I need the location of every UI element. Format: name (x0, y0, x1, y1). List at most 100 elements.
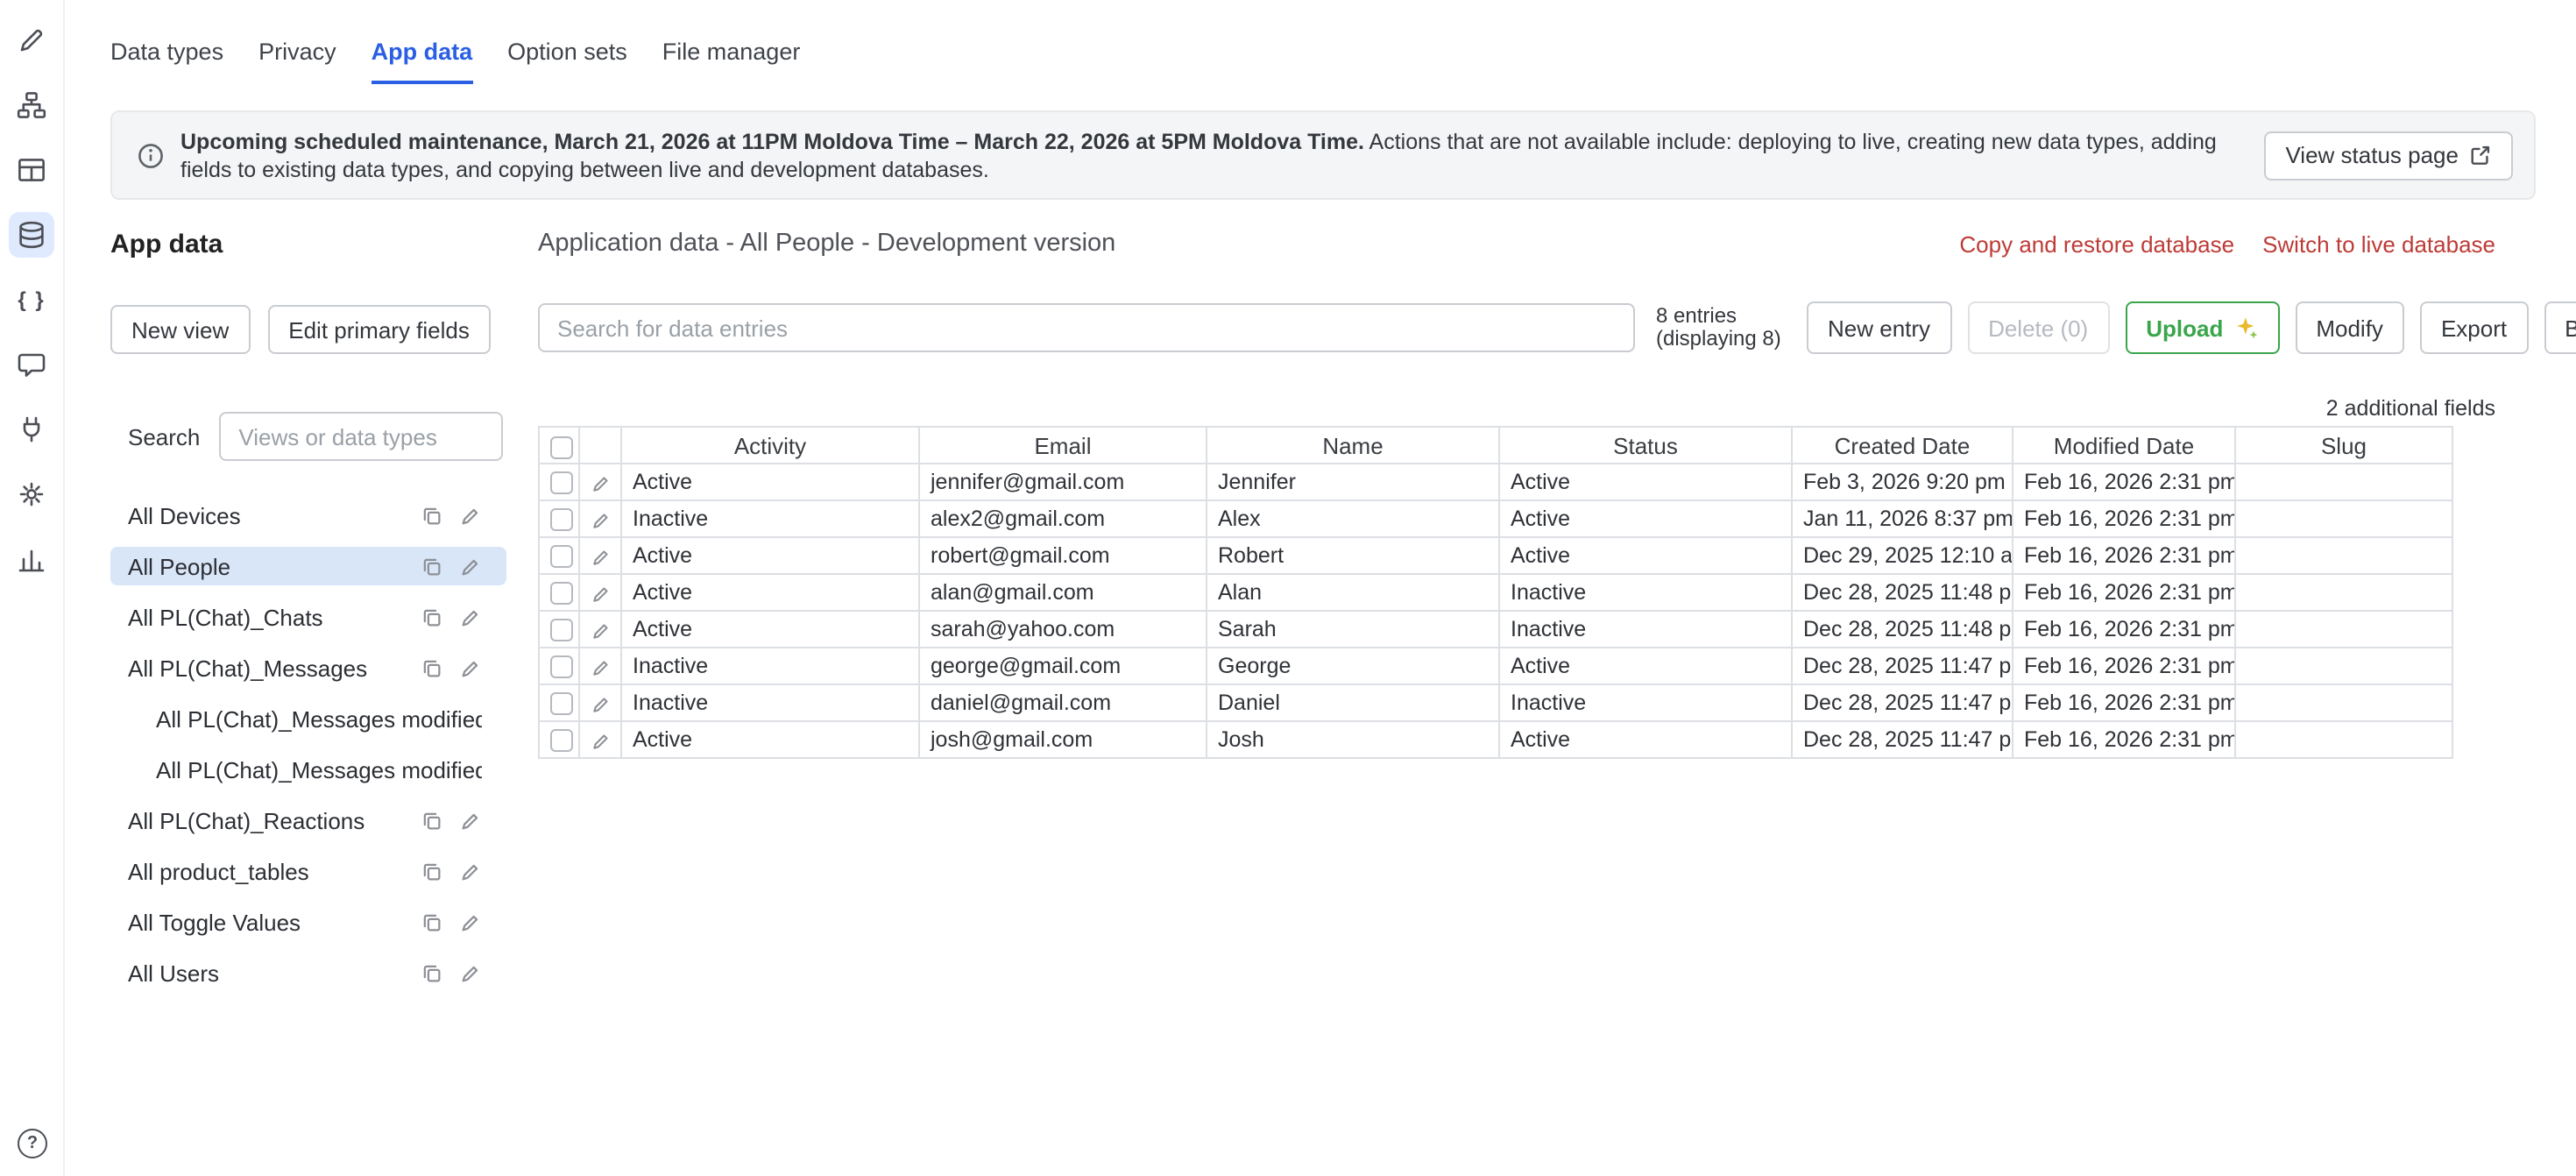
row-checkbox[interactable] (550, 582, 573, 605)
view-list-item[interactable]: All product_tables (110, 852, 506, 890)
edit-view-icon[interactable] (459, 555, 482, 577)
edit-row-icon[interactable] (591, 546, 612, 567)
views-search-input[interactable] (219, 412, 503, 461)
cell-activity: Inactive (621, 500, 919, 537)
cell-email: alan@gmail.com (919, 574, 1207, 611)
edit-view-icon[interactable] (459, 656, 482, 679)
edit-row-icon[interactable] (591, 583, 612, 604)
bulk-button[interactable]: Bulk (2544, 301, 2576, 354)
app-root: { } ? Data types Privacy App data Option… (0, 0, 2576, 1176)
cell-name: Alan (1207, 574, 1499, 611)
help-icon[interactable]: ? (18, 1129, 47, 1158)
data-database-icon[interactable] (9, 212, 54, 258)
cell-status: Active (1499, 464, 1792, 500)
row-checkbox[interactable] (550, 471, 573, 494)
edit-view-icon[interactable] (459, 910, 482, 933)
cell-created-date: Dec 28, 2025 11:48 pm (1792, 574, 2013, 611)
copy-view-icon[interactable] (421, 910, 443, 933)
view-list-item[interactable]: All PL(Chat)_Reactions (110, 801, 506, 839)
row-checkbox[interactable] (550, 619, 573, 641)
edit-primary-fields-button[interactable]: Edit primary fields (267, 305, 491, 354)
cell-created-date: Dec 29, 2025 12:10 am (1792, 537, 2013, 574)
tab-file-manager[interactable]: File manager (662, 39, 801, 84)
edit-row-icon[interactable] (591, 693, 612, 714)
delete-button[interactable]: Delete (0) (1967, 301, 2109, 354)
view-list-item[interactable]: All PL(Chat)_Chats (110, 598, 506, 636)
plugins-plug-icon[interactable] (9, 407, 54, 452)
app-data-panel: App data New view Edit primary fields Se… (110, 230, 506, 1004)
edit-view-icon[interactable] (459, 809, 482, 832)
comments-chat-icon[interactable] (9, 342, 54, 387)
edit-view-icon[interactable] (459, 860, 482, 882)
edit-row-icon[interactable] (591, 472, 612, 493)
row-checkbox[interactable] (550, 729, 573, 752)
logs-chart-icon[interactable] (9, 536, 54, 582)
edit-row-icon[interactable] (591, 620, 612, 641)
tab-data-types[interactable]: Data types (110, 39, 223, 84)
cell-activity: Active (621, 537, 919, 574)
upload-button[interactable]: Upload (2125, 301, 2279, 354)
copy-view-icon[interactable] (421, 961, 443, 984)
copy-restore-database-link[interactable]: Copy and restore database (1959, 230, 2234, 257)
design-pencil-icon[interactable] (9, 18, 54, 63)
cell-slug (2235, 500, 2452, 537)
settings-gear-icon[interactable] (9, 471, 54, 517)
tab-privacy[interactable]: Privacy (258, 39, 336, 84)
col-slug: Slug (2235, 427, 2452, 464)
view-list-item[interactable]: All PL(Chat)_Messages modified (110, 699, 506, 738)
copy-view-icon[interactable] (421, 606, 443, 628)
tab-option-sets[interactable]: Option sets (507, 39, 627, 84)
cell-slug (2235, 611, 2452, 648)
view-list-item[interactable]: All Users (110, 953, 506, 992)
select-all-checkbox[interactable] (550, 436, 573, 458)
cell-status: Inactive (1499, 611, 1792, 648)
export-button[interactable]: Export (2420, 301, 2528, 354)
styles-braces-icon[interactable]: { } (9, 277, 54, 322)
view-item-label: All PL(Chat)_Messages modified 2 (156, 756, 482, 783)
cell-slug (2235, 721, 2452, 758)
view-list-item[interactable]: All Toggle Values (110, 903, 506, 941)
row-checkbox[interactable] (550, 655, 573, 678)
view-list-item[interactable]: All People (110, 547, 506, 585)
cell-activity: Inactive (621, 648, 919, 684)
row-checkbox[interactable] (550, 692, 573, 715)
additional-fields-note: 2 additional fields (538, 396, 2495, 422)
copy-view-icon[interactable] (421, 860, 443, 882)
components-grid-icon[interactable] (9, 147, 54, 193)
cell-status: Active (1499, 648, 1792, 684)
row-checkbox[interactable] (550, 545, 573, 568)
view-list-item[interactable]: All PL(Chat)_Messages (110, 648, 506, 687)
edit-row-icon[interactable] (591, 509, 612, 530)
copy-view-icon[interactable] (421, 809, 443, 832)
cell-status: Active (1499, 537, 1792, 574)
cell-modified-date: Feb 16, 2026 2:31 pm (2013, 648, 2235, 684)
entries-search-input[interactable] (538, 303, 1635, 352)
edit-view-icon[interactable] (459, 504, 482, 527)
copy-view-icon[interactable] (421, 656, 443, 679)
tab-app-data[interactable]: App data (372, 39, 473, 84)
table-row: Active josh@gmail.com Josh Active Dec 28… (539, 721, 2452, 758)
cell-activity: Active (621, 574, 919, 611)
edit-row-icon[interactable] (591, 730, 612, 751)
new-view-button[interactable]: New view (110, 305, 250, 354)
view-item-label: All PL(Chat)_Messages modified (156, 705, 482, 732)
cell-email: george@gmail.com (919, 648, 1207, 684)
modify-button[interactable]: Modify (2295, 301, 2404, 354)
view-list-item[interactable]: All Devices (110, 496, 506, 535)
edit-row-icon[interactable] (591, 656, 612, 677)
cell-created-date: Dec 28, 2025 11:48 pm (1792, 611, 2013, 648)
cell-name: Jennifer (1207, 464, 1499, 500)
col-modified-date: Modified Date (2013, 427, 2235, 464)
row-checkbox[interactable] (550, 508, 573, 531)
view-list-item[interactable]: All PL(Chat)_Messages modified 2 (110, 750, 506, 789)
edit-view-icon[interactable] (459, 606, 482, 628)
cell-name: Alex (1207, 500, 1499, 537)
new-entry-button[interactable]: New entry (1807, 301, 1951, 354)
view-status-page-button[interactable]: View status page (2264, 131, 2513, 180)
copy-view-icon[interactable] (421, 555, 443, 577)
copy-view-icon[interactable] (421, 504, 443, 527)
edit-view-icon[interactable] (459, 961, 482, 984)
workflow-sitemap-icon[interactable] (9, 82, 54, 128)
switch-live-database-link[interactable]: Switch to live database (2262, 230, 2495, 257)
cell-name: Robert (1207, 537, 1499, 574)
